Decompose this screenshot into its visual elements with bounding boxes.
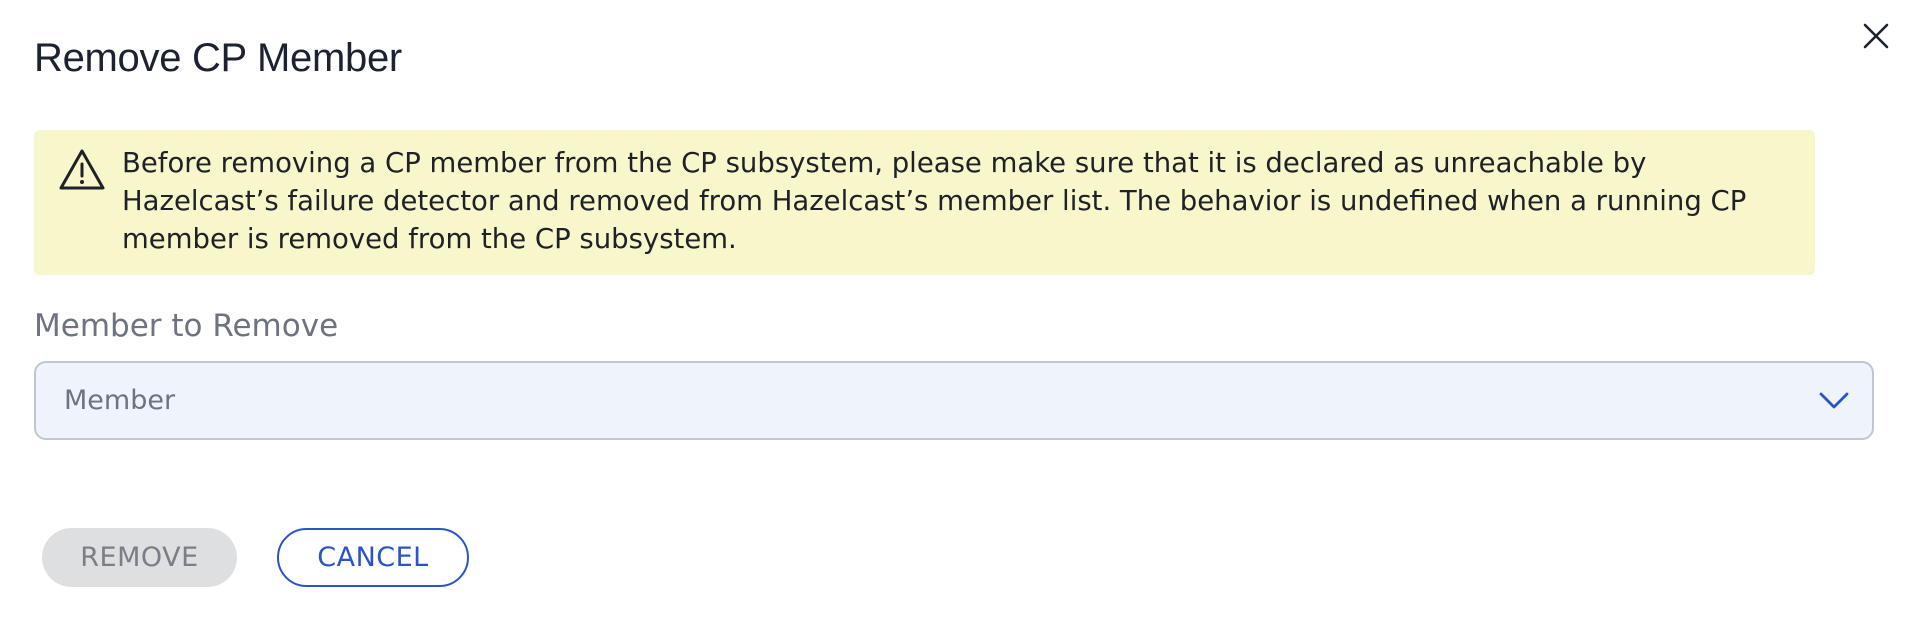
member-select[interactable]: Member [34,361,1874,440]
dialog-title: Remove CP Member [34,36,402,80]
alert-message: Before removing a CP member from the CP … [122,147,1747,255]
close-icon [1863,23,1889,49]
warning-alert: Before removing a CP member from the CP … [34,130,1815,275]
chevron-down-icon [1819,392,1849,409]
remove-button[interactable]: REMOVE [42,528,237,587]
close-button[interactable] [1856,16,1896,56]
member-select-placeholder: Member [64,385,176,416]
remove-cp-member-dialog: Remove CP Member Before removing a CP me… [0,0,1908,630]
warning-icon [59,149,105,190]
member-to-remove-label: Member to Remove [34,308,339,344]
cancel-button[interactable]: CANCEL [277,528,469,587]
